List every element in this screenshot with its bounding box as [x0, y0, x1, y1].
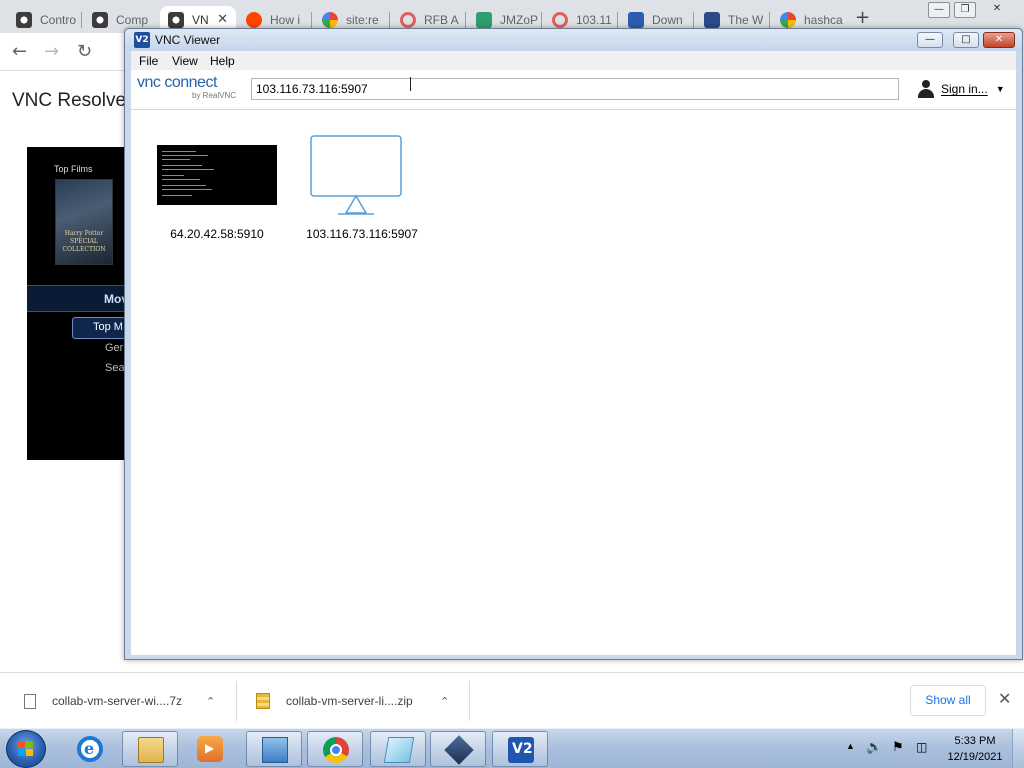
download-filename: collab-vm-server-wi....7z — [52, 694, 183, 708]
file-icon — [24, 693, 36, 709]
show-hidden-icons-button[interactable]: ▲ — [846, 741, 855, 768]
vnc-connect-logo: vnc connect by RealVNC — [137, 74, 237, 100]
windows-taskbar: e ▶ V2 ▲ 🔈 ⚑ ◫ 5:33 PM 12/19/2021 — [0, 728, 1024, 768]
network-icon[interactable]: ◫ — [916, 740, 927, 768]
chevron-up-icon[interactable]: ⌃ — [206, 695, 215, 708]
notepad-icon[interactable] — [370, 731, 426, 767]
media-menu-band: Mov — [27, 285, 127, 312]
file-explorer-icon[interactable] — [122, 731, 178, 767]
show-all-button[interactable]: Show all — [910, 685, 986, 716]
vnc-server-address-input[interactable] — [251, 78, 899, 100]
volume-icon[interactable]: 🔈 — [866, 739, 882, 768]
virtualbox-icon[interactable] — [430, 731, 486, 767]
vnc-address-bar: vnc connect by RealVNC Sign in... ▼ — [131, 70, 1016, 110]
show-desktop-button[interactable] — [1012, 729, 1024, 768]
text-cursor-icon — [410, 77, 417, 91]
vnc-maximize-button[interactable]: □ — [953, 32, 979, 48]
action-center-flag-icon[interactable]: ⚑ — [892, 739, 904, 768]
vnc-eye-icon — [16, 11, 32, 28]
internet-explorer-icon[interactable]: e — [62, 731, 118, 767]
menu-view[interactable]: View — [172, 54, 198, 68]
vnc-eye-icon — [168, 11, 184, 28]
vnc-app-icon: V2 — [134, 32, 150, 48]
system-clock[interactable]: 5:33 PM 12/19/2021 — [943, 733, 1007, 765]
media-preview: Top Films Harry Potter SPECIAL COLLECTIO… — [27, 147, 127, 460]
monitor-icon — [310, 135, 402, 215]
dropdown-caret-icon: ▼ — [995, 84, 1005, 94]
download-filename: collab-vm-server-li....zip — [286, 694, 413, 708]
sign-in-button[interactable]: Sign in... ▼ — [917, 80, 1005, 98]
media-selected-item: Top M — [72, 317, 127, 339]
windows-logo-icon — [18, 741, 34, 757]
vnc-title-bar[interactable]: V2 VNC Viewer — □ ✕ — [125, 29, 1022, 51]
media-menu-item: Ger — [105, 342, 124, 354]
downloads-bar: collab-vm-server-wi....7z ⌃ collab-vm-se… — [0, 672, 1024, 728]
site-icon — [476, 11, 492, 28]
link-icon — [552, 11, 568, 28]
clock-date: 12/19/2021 — [947, 751, 1003, 763]
vnc-menu-bar: File View Help — [131, 51, 1016, 70]
reload-icon[interactable]: ↻ — [77, 41, 92, 62]
movie-poster: Harry Potter SPECIAL COLLECTION — [55, 179, 113, 265]
forward-arrow-icon[interactable]: → — [44, 41, 59, 62]
menu-file[interactable]: File — [139, 54, 158, 68]
start-button[interactable] — [6, 730, 46, 768]
close-tab-icon[interactable]: ✕ — [217, 11, 228, 27]
clock-time: 5:33 PM — [954, 735, 996, 747]
connection-list: 64.20.42.58:5910 103.116.73.116:5907 — [131, 111, 1016, 655]
close-downloads-icon[interactable]: ✕ — [998, 689, 1011, 708]
media-menu-item: Sea — [105, 362, 125, 374]
vnc-close-button[interactable]: ✕ — [983, 32, 1015, 48]
screen: { "browser": { "tabs": [ {"label": "Cont… — [0, 0, 1024, 768]
vnc-client-area: File View Help vnc connect by RealVNC Si… — [131, 51, 1016, 655]
user-icon — [917, 80, 935, 98]
download-item[interactable]: collab-vm-server-li....zip ⌃ — [256, 673, 466, 729]
page-title: VNC Resolve — [12, 90, 127, 111]
download-item[interactable]: collab-vm-server-wi....7z ⌃ — [24, 673, 224, 729]
google-icon — [780, 11, 796, 28]
minimize-button[interactable]: — — [928, 2, 950, 18]
media-player-icon[interactable]: ▶ — [182, 731, 238, 767]
vnc-minimize-button[interactable]: — — [917, 32, 943, 48]
control-panel-icon[interactable] — [246, 731, 302, 767]
vnc-window-title: VNC Viewer — [155, 33, 221, 47]
connection-label: 64.20.42.58:5910 — [170, 227, 264, 241]
vnc-logo-icon — [628, 11, 644, 28]
back-arrow-icon[interactable]: ← — [12, 41, 27, 62]
tab-contro[interactable]: Contro — [8, 6, 82, 33]
site-icon — [704, 11, 720, 28]
google-icon — [322, 11, 338, 28]
vnc-viewer-icon[interactable]: V2 — [492, 731, 548, 767]
vnc-eye-icon — [92, 11, 108, 28]
link-icon — [400, 11, 416, 28]
menu-help[interactable]: Help — [210, 54, 235, 68]
new-tab-button[interactable]: + — [855, 7, 870, 28]
chevron-up-icon[interactable]: ⌃ — [440, 695, 449, 708]
zip-file-icon — [256, 693, 270, 709]
restore-button[interactable]: ❐ — [954, 2, 976, 18]
connection-label: 103.116.73.116:5907 — [306, 227, 418, 241]
vnc-viewer-window: V2 VNC Viewer — □ ✕ File View Help vnc c… — [124, 28, 1023, 660]
chrome-icon[interactable] — [307, 731, 363, 767]
media-section-label: Top Films — [54, 164, 93, 174]
desktop-thumbnail — [157, 145, 277, 205]
close-window-button[interactable]: ✕ — [986, 2, 1008, 18]
reddit-icon — [246, 11, 262, 28]
